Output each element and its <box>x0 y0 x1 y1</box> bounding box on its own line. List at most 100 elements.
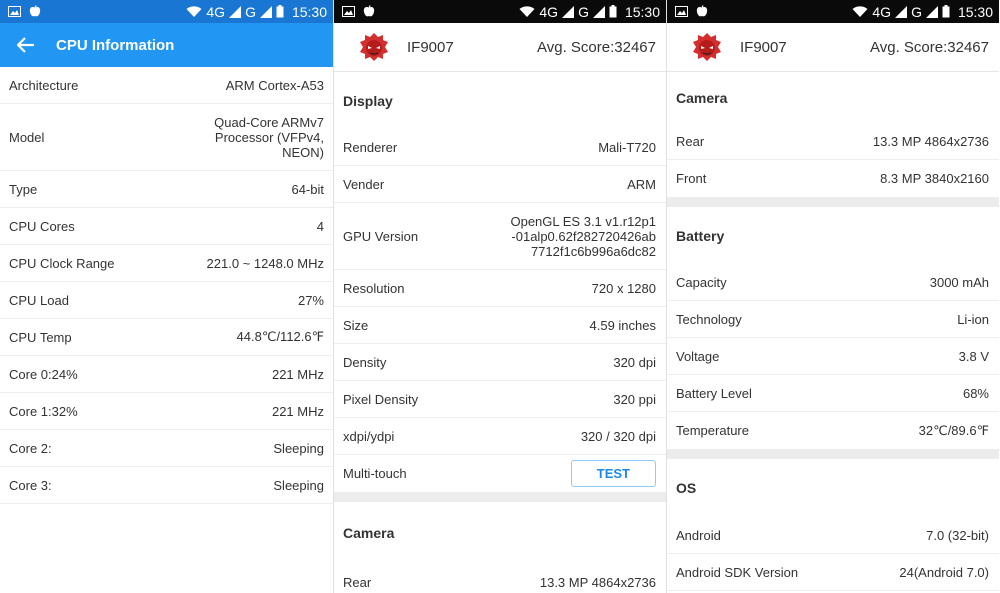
section-title-battery: Battery <box>676 227 725 244</box>
row-label: CPU Clock Range <box>9 255 115 271</box>
row-value: 320 ppi <box>613 391 656 407</box>
antutu-logo <box>356 29 392 65</box>
list-item: Core 0:24% 221 MHz <box>0 356 333 393</box>
row-label: Type <box>9 181 38 197</box>
multi-touch-test-button[interactable]: TEST <box>570 460 656 487</box>
row-value-line: 7712f1c6b996a6dc82 <box>530 243 656 259</box>
list-item: xdpi/ydpi 320 / 320 dpi <box>334 418 666 455</box>
row-label: Core 1:32% <box>9 403 78 419</box>
list-item: Renderer Mali-T720 <box>334 129 666 166</box>
row-label: Renderer <box>343 139 398 155</box>
row-value: 320 / 320 dpi <box>580 428 656 444</box>
apple-icon <box>29 5 41 18</box>
battery-icon <box>609 5 617 18</box>
signal-icon <box>562 5 575 18</box>
cpu-info-screen: 4G G 15:30 CPU Information Architecture … <box>0 0 333 593</box>
row-label: Pixel Density <box>343 391 419 407</box>
row-value: 3000 mAh <box>929 274 989 290</box>
row-value: 68% <box>962 385 989 401</box>
signal-icon <box>229 5 242 18</box>
row-value: 44.8℃/112.6℉ <box>236 329 324 344</box>
cpu-info-list: Architecture ARM Cortex-A53 Model Quad-C… <box>0 67 333 504</box>
row-label: Technology <box>676 311 742 327</box>
row-label: Rear <box>343 574 372 590</box>
image-icon <box>675 6 688 17</box>
list-item: CPU Temp 44.8℃/112.6℉ <box>0 319 333 356</box>
row-label: Density <box>343 354 387 370</box>
row-label: Temperature <box>676 423 749 438</box>
section-title-display: Display <box>343 92 393 109</box>
list-item: Battery Level 68% <box>667 375 999 412</box>
list-item: Pixel Density 320 ppi <box>334 381 666 418</box>
list-item: Vender ARM <box>334 166 666 203</box>
clock: 15:30 <box>957 3 993 20</box>
list-item: Temperature 32℃/89.6℉ <box>667 412 999 449</box>
network-4g-label: 4G <box>206 3 226 20</box>
apple-icon <box>363 5 375 18</box>
row-value: 7.0 (32-bit) <box>926 527 989 543</box>
battery-icon <box>276 5 284 18</box>
back-arrow-icon[interactable] <box>14 33 38 57</box>
row-label: Android SDK Version <box>676 564 799 580</box>
list-item: Resolution 720 x 1280 <box>334 270 666 307</box>
list-item: Architecture ARM Cortex-A53 <box>0 67 333 104</box>
row-value-line: OpenGL ES 3.1 v1.r12p1 <box>510 213 656 229</box>
network-4g-label: 4G <box>539 3 559 20</box>
row-label: Resolution <box>343 280 405 296</box>
row-value: 720 x 1280 <box>591 280 656 296</box>
row-label: Core 3: <box>9 477 52 493</box>
row-label: CPU Load <box>9 292 69 308</box>
list-item: Multi-touch TEST <box>334 455 666 492</box>
row-label: Rear <box>676 133 705 149</box>
signal-icon <box>592 5 605 18</box>
row-value: 13.3 MP 4864x2736 <box>539 574 656 590</box>
row-label: Front <box>676 171 707 186</box>
list-item: Core 3: Sleeping <box>0 467 333 504</box>
list-item: Rear 13.3 MP 4864x2736 <box>667 123 999 160</box>
device-model: IF9007 <box>740 38 787 56</box>
apple-icon <box>696 5 708 18</box>
list-item: CPU Load 27% <box>0 282 333 319</box>
row-value: Quad-Core ARMv7 Processor (VFPv4, NEON) <box>214 115 324 160</box>
clock: 15:30 <box>291 3 327 20</box>
status-bar: 4G G 15:30 <box>334 0 666 23</box>
device-header: IF9007 Avg. Score:32467 <box>667 23 999 72</box>
row-value-line: NEON) <box>282 144 324 160</box>
row-value: 8.3 MP 3840x2160 <box>880 171 989 186</box>
list-item: Voltage 3.8 V <box>667 338 999 375</box>
app-bar: CPU Information <box>0 23 333 67</box>
row-value: Mali-T720 <box>598 139 656 155</box>
list-item: Android SDK Version 24(Android 7.0) <box>667 554 999 591</box>
network-4g-label: 4G <box>872 3 892 20</box>
row-label: Core 2: <box>9 440 52 456</box>
list-item: Front 8.3 MP 3840x2160 <box>667 160 999 197</box>
device-display-screen: 4G G 15:30 IF9007 Avg. Score:32467 Displ… <box>333 0 666 593</box>
row-value: 221.0 ~ 1248.0 MHz <box>206 255 324 271</box>
row-label: GPU Version <box>343 228 419 244</box>
list-item: Type 64-bit <box>0 171 333 208</box>
list-item: Android 7.0 (32-bit) <box>667 517 999 554</box>
row-label: Core 0:24% <box>9 366 78 382</box>
list-item: Capacity 3000 mAh <box>667 264 999 301</box>
section-title-os: OS <box>676 480 697 496</box>
row-value: 4.59 inches <box>589 317 657 333</box>
row-value: 64-bit <box>291 181 324 197</box>
row-value-line: Processor (VFPv4, <box>214 129 324 145</box>
row-value: 221 MHz <box>271 366 324 382</box>
signal-icon <box>925 5 938 18</box>
list-item: CPU Clock Range 221.0 ~ 1248.0 MHz <box>0 245 333 282</box>
section-divider <box>667 197 999 207</box>
row-label: Architecture <box>9 77 79 93</box>
image-icon <box>342 6 355 17</box>
device-specs-screen: 4G G 15:30 IF9007 Avg. Score:32467 Camer… <box>666 0 999 593</box>
row-value: ARM Cortex-A53 <box>225 77 324 93</box>
signal-icon <box>259 5 272 18</box>
row-value: 221 MHz <box>271 403 324 419</box>
row-value-line: Quad-Core ARMv7 <box>214 114 324 130</box>
row-value-line: -01alp0.62f282720426ab <box>511 228 656 244</box>
device-model: IF9007 <box>407 38 454 56</box>
wifi-icon <box>519 5 535 18</box>
row-label: Size <box>343 317 369 333</box>
row-value: 24(Android 7.0) <box>899 564 989 580</box>
list-item: Rear 13.3 MP 4864x2736 <box>334 564 666 593</box>
